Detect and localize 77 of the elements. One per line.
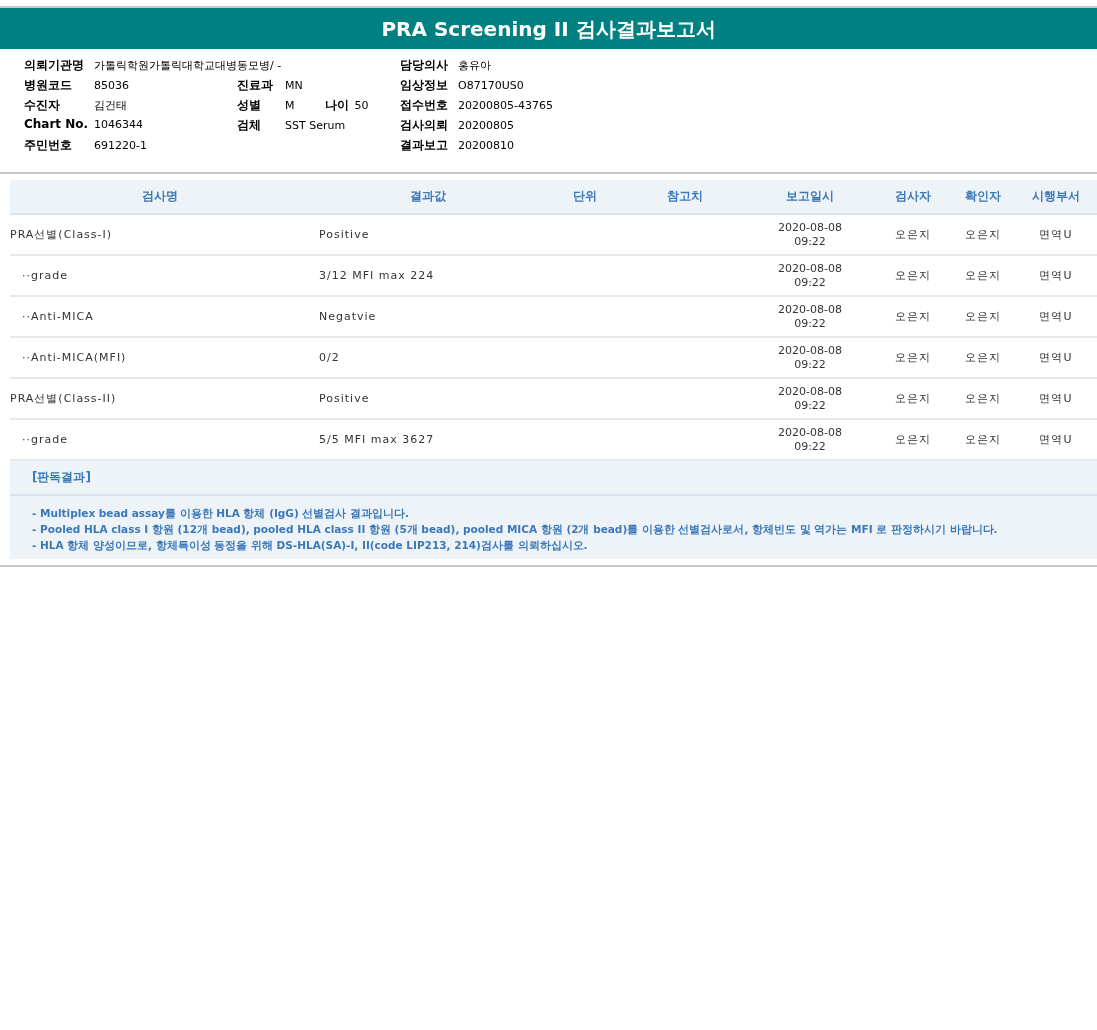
field-value: 가톨릭학원가톨릭대학교대병동모병/ - xyxy=(94,58,282,73)
interpretation-line: - HLA 항체 양성이므로, 항체특이성 동정을 위해 DS-HLA(SA)-I, II(code LIP213, 214)검사를 의뢰하십시오. xyxy=(32,538,588,553)
department: 면역U xyxy=(1038,268,1074,283)
column-header: 검사자 xyxy=(893,188,932,205)
result-value: 0/2 xyxy=(318,350,341,365)
field-label: 검체 xyxy=(237,117,262,134)
result-value: 3/12 MFI max 224 xyxy=(318,268,436,283)
report-datetime: 2020-08-08 09:22 xyxy=(777,220,843,249)
field-value: 50 xyxy=(354,99,369,112)
test-name: ··grade xyxy=(21,268,69,283)
test-name: ··Anti-MICA xyxy=(21,309,95,324)
result-value: Positive xyxy=(318,391,371,406)
checker-name: 오은지 xyxy=(963,350,1002,365)
field-value: 691220-1 xyxy=(94,139,147,152)
column-header: 결과값 xyxy=(408,188,447,205)
department: 면역U xyxy=(1038,227,1074,242)
field-label: 주민번호 xyxy=(24,137,73,154)
interpretation-heading: [판독결과] xyxy=(10,461,1097,496)
field-label: 의뢰기관명 xyxy=(24,57,85,74)
report-title: PRA Screening II 검사결과보고서 xyxy=(0,8,1097,49)
field-label: 임상정보 xyxy=(400,77,449,94)
report-datetime: 2020-08-08 09:22 xyxy=(777,261,843,290)
field-label: 나이 xyxy=(324,97,349,114)
column-header: 단위 xyxy=(572,188,598,205)
field-label: 수진자 xyxy=(24,97,61,114)
checker-name: 오은지 xyxy=(963,227,1002,242)
report-datetime: 2020-08-08 09:22 xyxy=(777,302,843,331)
tester-name: 오은지 xyxy=(893,350,932,365)
department: 면역U xyxy=(1038,309,1074,324)
field-label: 담당의사 xyxy=(400,57,449,74)
field-label: 병원코드 xyxy=(24,77,73,94)
field-value: 85036 xyxy=(94,79,129,92)
report-datetime: 2020-08-08 09:22 xyxy=(777,384,843,413)
field-label: Chart No. xyxy=(24,117,90,131)
department: 면역U xyxy=(1038,432,1074,447)
field-label: 진료과 xyxy=(237,77,274,94)
test-name: ··Anti-MICA(MFI) xyxy=(21,350,128,365)
field-value: 홍유아 xyxy=(458,58,491,73)
test-name: ··grade xyxy=(21,432,69,447)
field-value: 1046344 xyxy=(94,118,143,131)
report-datetime: 2020-08-08 09:22 xyxy=(777,425,843,454)
tester-name: 오은지 xyxy=(893,268,932,283)
report-datetime: 2020-08-08 09:22 xyxy=(777,343,843,372)
field-label: 결과보고 xyxy=(400,137,449,154)
column-header: 시행부서 xyxy=(1031,188,1081,205)
department: 면역U xyxy=(1038,350,1074,365)
column-header: 확인자 xyxy=(963,188,1002,205)
checker-name: 오은지 xyxy=(963,432,1002,447)
checker-name: 오은지 xyxy=(963,268,1002,283)
field-value: MN xyxy=(285,79,303,92)
field-label: 검사의뢰 xyxy=(400,117,449,134)
column-header: 참고치 xyxy=(666,188,704,205)
department: 면역U xyxy=(1038,391,1074,406)
tester-name: 오은지 xyxy=(893,227,932,242)
test-name: PRA선별(Class-II) xyxy=(10,391,118,406)
checker-name: 오은지 xyxy=(963,309,1002,324)
test-name: PRA선별(Class-I) xyxy=(10,227,114,242)
tester-name: 오은지 xyxy=(893,309,932,324)
field-value: 20200805 xyxy=(458,119,514,132)
result-value: Negatvie xyxy=(318,309,378,324)
checker-name: 오은지 xyxy=(963,391,1002,406)
field-value: 20200805-43765 xyxy=(458,99,553,112)
field-value: 김건태 xyxy=(94,98,127,113)
column-header: 보고일시 xyxy=(785,188,835,205)
field-label: 성별 xyxy=(237,97,262,114)
field-value: M xyxy=(285,99,295,112)
field-value: 20200810 xyxy=(458,139,514,152)
tester-name: 오은지 xyxy=(893,432,932,447)
interpretation-line: - Multiplex bead assay를 이용한 HLA 항체 (IgG) 선별검사 결과입니다. xyxy=(32,506,410,521)
field-value: SST Serum xyxy=(285,119,346,132)
interpretation-line: - Pooled HLA class I 항원 (12개 bead), pooled HLA class II 항원 (5개 bead), pooled MICA 항원 (2개 bead)를 이용한 선별검사로서, 항체빈도 및 역가는 MFI 로 판정하시기 바랍니다. xyxy=(32,522,998,537)
field-label: 접수번호 xyxy=(400,97,449,114)
column-header: 검사명 xyxy=(141,188,179,205)
field-value: O87170US0 xyxy=(458,79,524,92)
result-value: Positive xyxy=(318,227,371,242)
tester-name: 오은지 xyxy=(893,391,932,406)
result-value: 5/5 MFI max 3627 xyxy=(318,432,436,447)
